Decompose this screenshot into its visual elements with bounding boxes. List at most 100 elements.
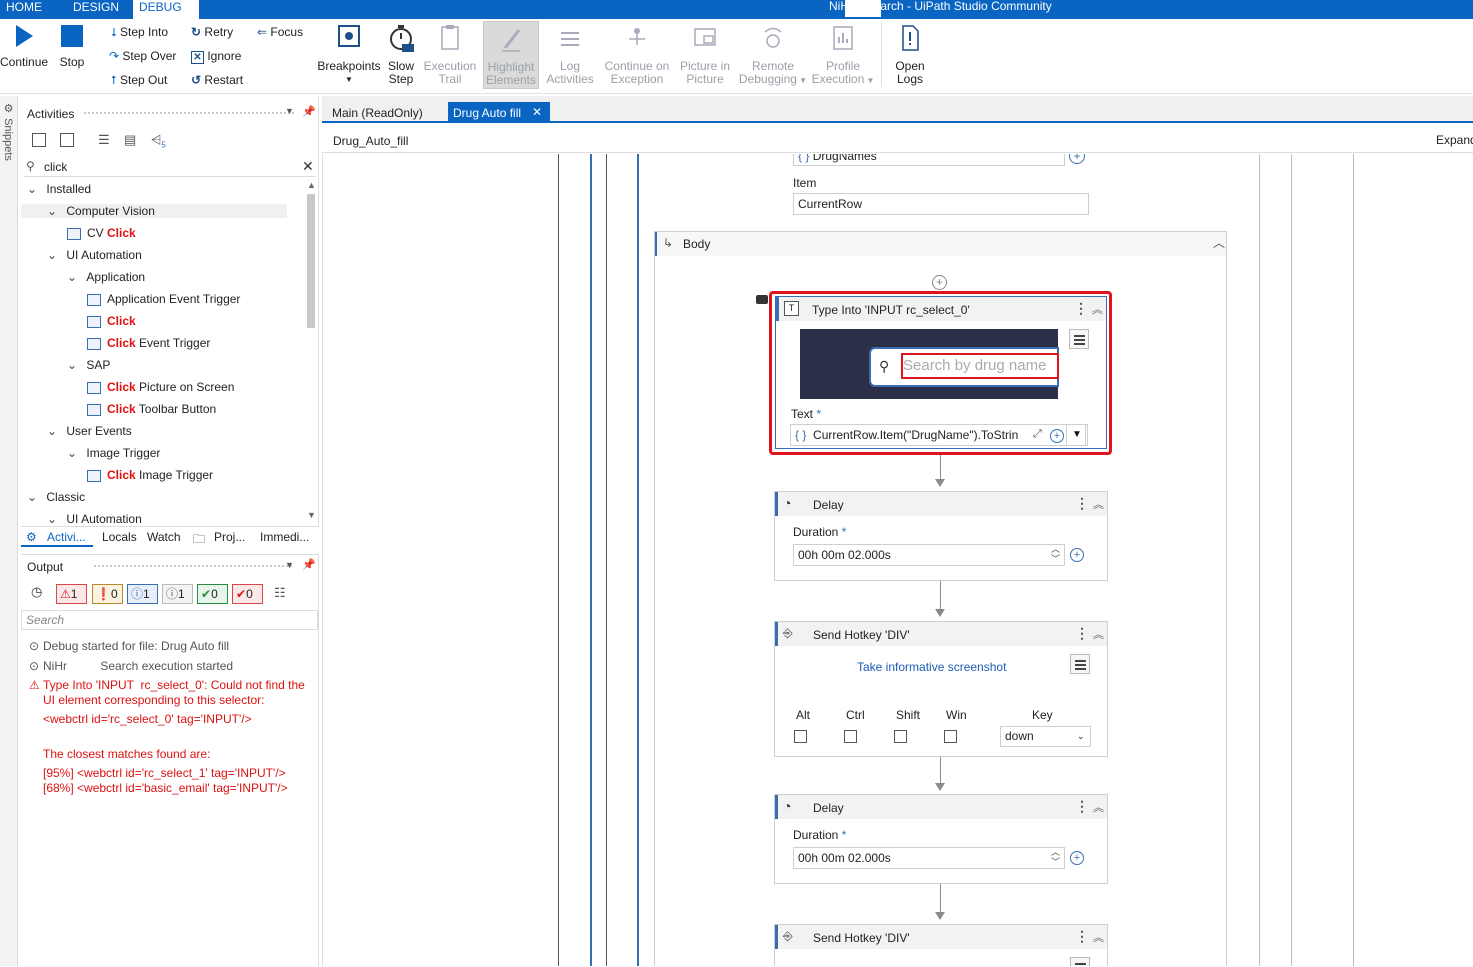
output-line[interactable]: UI element corresponding to this selecto… [43,693,264,707]
chevron-down-icon[interactable]: ⌄ [27,490,40,504]
chevron-down-icon[interactable]: ⌄ [27,182,40,196]
delay-activity[interactable]: ◔ Delay ⋮ ︽ Duration * 00h 00m 02.000s ︿… [774,794,1108,884]
chevron-down-icon[interactable]: ⌄ [47,204,60,218]
snippets-tab[interactable]: ⚙ Snippets [2,102,15,161]
collapse-icon[interactable]: ︿ [1213,234,1225,251]
search-input[interactable]: click [44,160,67,174]
close-icon[interactable]: ✕ [532,105,542,119]
ignore-button[interactable]: ✕ Ignore [191,49,241,64]
collapse-icon[interactable]: ︽ [1093,799,1104,815]
output-line[interactable]: <webctrl id='rc_select_0' tag='INPUT'/> [43,712,252,726]
highlight-elements-button[interactable]: Highlight Elements [483,21,539,89]
filter-icon[interactable]: ⩤5 [151,132,166,150]
tab-project[interactable]: Proj... [214,530,245,544]
group-icon[interactable]: ▤ [124,132,136,148]
breakpoints-button[interactable]: Breakpoints ▼ [316,23,382,86]
collapse-icon[interactable]: ︽ [1093,626,1104,642]
collapse-icon[interactable]: ︽ [1093,929,1104,945]
dropdown-arrow-icon[interactable]: ▼ [1066,424,1088,446]
breadcrumb[interactable]: Drug_Auto_fill [333,134,408,148]
step-into-button[interactable]: ⭣ Step Into [111,25,168,39]
options-menu-icon[interactable] [1070,654,1090,674]
info-filter[interactable]: ⓘ1 [127,584,158,604]
more-options-icon[interactable]: ⋮ [1075,625,1089,642]
tree-item[interactable]: Click Picture on Screen [87,380,234,394]
output-line[interactable]: ⚠ Type Into 'INPUT rc_select_0': Could no… [29,678,305,692]
spinner-icon[interactable]: ︿ ﹀ [1051,847,1060,867]
tree-item[interactable]: Click [87,314,136,328]
profile-execution-button[interactable]: Profile Execution ▼ [810,23,876,87]
send-hotkey-activity[interactable]: ⎆ Send Hotkey 'DIV' ⋮ ︽ [774,924,1108,966]
duration-field[interactable]: 00h 00m 02.000s [793,544,1065,566]
more-options-icon[interactable]: ⋮ [1075,495,1089,512]
sort-icon[interactable]: ☰ [98,132,110,148]
tree-item[interactable]: ⌄ Image Trigger [67,446,160,460]
slow-step-button[interactable]: Slow Step [384,23,418,86]
errors-filter[interactable]: ⚠1 [56,584,87,604]
output-line[interactable]: ⊙ NiHr Search execution started [29,659,233,673]
more-options-icon[interactable]: ⋮ [1075,928,1089,945]
continue-button[interactable]: Continue [0,23,48,69]
step-over-button[interactable]: ↷ Step Over [109,49,176,63]
output-line[interactable]: The closest matches found are: [43,747,210,761]
collapse-icon[interactable]: ︽ [1092,301,1103,317]
plus-icon[interactable]: + [1070,548,1084,562]
tree-item[interactable]: ⌄ Computer Vision [21,204,287,218]
continue-on-exception-button[interactable]: Continue on Exception [602,23,672,86]
output-search-input[interactable]: Search [21,610,318,630]
tree-item[interactable]: ⌄ Installed [27,182,91,196]
spinner-icon[interactable]: ︿ ﹀ [1051,544,1060,564]
pin-icon[interactable]: 📌 [302,105,316,118]
more-options-icon[interactable]: ⋮ [1075,798,1089,815]
tab-immediate[interactable]: Immedi... [260,530,309,544]
tree-item[interactable]: Click Event Trigger [87,336,210,350]
picture-in-picture-button[interactable]: Picture in Picture [677,23,733,86]
tree-item[interactable]: Application Event Trigger [87,292,240,306]
options-menu-icon[interactable] [1070,957,1090,966]
expand-all-icon[interactable] [32,133,46,147]
tree-item[interactable]: ⌄ UI Automation [47,248,142,262]
tree-item[interactable]: CV Click [67,226,136,240]
restart-button[interactable]: ↺ Restart [191,73,243,87]
chevron-down-icon[interactable]: ⌄ [47,512,60,524]
tab-watch[interactable]: Watch [147,530,181,544]
pin-icon[interactable]: 📌 [302,558,316,571]
remote-debugging-button[interactable]: Remote Debugging ▼ [738,23,808,87]
step-out-button[interactable]: ⭡ Step Out [111,73,167,87]
win-checkbox[interactable] [944,730,957,743]
clock-icon[interactable]: ◷ [31,584,42,600]
collapse-icon[interactable]: ︽ [1093,496,1104,512]
clear-output-icon[interactable]: ☷ [274,585,286,601]
activities-search[interactable]: ⚲ click ✕ [24,157,316,177]
type-into-activity[interactable]: T Type Into 'INPUT rc_select_0' ⋮ ︽ ⚲ Se… [775,296,1107,449]
tab-design[interactable]: DESIGN [67,0,125,19]
more-options-icon[interactable]: ⋮ [1074,300,1088,317]
plus-icon[interactable]: + [1070,851,1084,865]
open-logs-button[interactable]: Open Logs [888,23,932,86]
clear-search-icon[interactable]: ✕ [302,158,314,175]
tab-drug-auto-fill[interactable]: Drug Auto fill ✕ [448,102,550,123]
failed-filter[interactable]: ✔0 [232,584,263,604]
retry-button[interactable]: ↻ Retry [191,25,233,39]
success-filter[interactable]: ✔0 [197,584,228,604]
send-hotkey-activity[interactable]: ⎆ Send Hotkey 'DIV' ⋮ ︽ Take informative… [774,621,1108,757]
item-field[interactable]: CurrentRow [793,193,1089,215]
tree-item[interactable]: ⌄ User Events [47,424,132,438]
tab-debug[interactable]: DEBUG [133,0,199,19]
expand-editor-icon[interactable]: ⤢ [1033,428,1042,441]
key-select[interactable]: down ⌄ [1000,726,1091,747]
tree-item[interactable]: Click Toolbar Button [87,402,216,416]
take-screenshot-link[interactable]: Take informative screenshot [857,660,1006,674]
chevron-down-icon[interactable]: ⌄ [47,248,60,262]
chevron-down-icon[interactable]: ⌄ [67,358,80,372]
options-menu-icon[interactable] [1069,329,1089,349]
tree-item[interactable]: ⌄ SAP [67,358,110,372]
ctrl-checkbox[interactable] [844,730,857,743]
focus-button[interactable]: ⇐ Focus [257,25,303,39]
scroll-down-icon[interactable]: ▼ [307,510,316,520]
scroll-up-icon[interactable]: ▲ [307,180,316,190]
tab-home[interactable]: HOME [0,0,48,19]
chevron-down-icon[interactable]: ⌄ [67,270,80,284]
output-line[interactable]: ⊙ Debug started for file: Drug Auto fill [29,639,229,653]
tab-activities[interactable]: ⚙ Activi... [21,527,93,547]
